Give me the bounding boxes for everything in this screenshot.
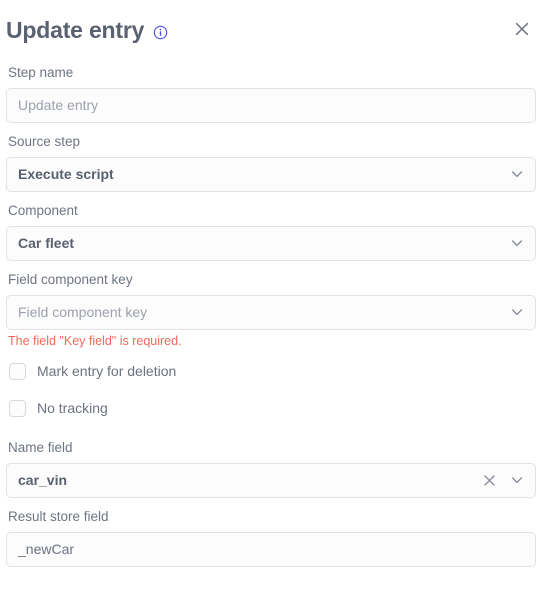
- checkbox-mark-entry-for-deletion[interactable]: Mark entry for deletion: [6, 358, 536, 384]
- name-field-value: car_vin: [18, 472, 68, 489]
- source-step-select[interactable]: Execute script: [6, 156, 536, 192]
- result-store-field-label: Result store field: [8, 508, 109, 524]
- chevron-down-icon[interactable]: [509, 158, 525, 191]
- field-component-key-error: The field "Key field" is required.: [8, 333, 182, 348]
- checkbox-box-icon[interactable]: [9, 362, 26, 380]
- field-name-field: Name field car_vin: [6, 433, 536, 498]
- clear-icon[interactable]: [482, 464, 497, 497]
- field-component-key-select[interactable]: Field component key: [6, 294, 536, 330]
- step-name-input-text: Update entry: [18, 97, 99, 114]
- chevron-down-icon[interactable]: [509, 464, 525, 497]
- info-circle-icon[interactable]: [153, 25, 168, 40]
- result-store-field-value: _newCar: [18, 541, 75, 558]
- field-step-name: Step name Update entry: [6, 58, 536, 123]
- update-entry-dialog: Update entry Step name Update entry Sour…: [0, 0, 542, 614]
- checkbox-no-tracking-label: No tracking: [37, 400, 108, 417]
- name-field-label: Name field: [8, 440, 73, 456]
- source-step-label: Source step: [8, 133, 81, 149]
- source-step-value: Execute script: [18, 166, 114, 183]
- field-field-component-key: Field component key Field component key …: [6, 265, 536, 350]
- field-component-key-placeholder: Field component key: [18, 304, 148, 321]
- chevron-down-icon[interactable]: [509, 296, 525, 329]
- checkbox-box-icon[interactable]: [9, 399, 26, 417]
- checkbox-no-tracking[interactable]: No tracking: [6, 395, 536, 421]
- component-select[interactable]: Car fleet: [6, 225, 536, 261]
- field-result-store-field: Result store field _newCar: [6, 502, 536, 567]
- close-icon[interactable]: [512, 19, 532, 39]
- field-component: Component Car fleet: [6, 196, 536, 261]
- page-title: Update entry: [6, 16, 145, 43]
- step-name-input[interactable]: Update entry: [6, 87, 536, 123]
- component-label: Component: [8, 202, 78, 218]
- component-value: Car fleet: [18, 235, 75, 252]
- dialog-header: Update entry: [6, 0, 536, 54]
- result-store-field-input[interactable]: _newCar: [6, 531, 536, 567]
- name-field-select[interactable]: car_vin: [6, 462, 536, 498]
- field-component-key-label: Field component key: [8, 271, 133, 287]
- checkbox-mark-entry-for-deletion-label: Mark entry for deletion: [37, 363, 177, 380]
- field-source-step: Source step Execute script: [6, 127, 536, 192]
- step-name-label: Step name: [8, 65, 74, 80]
- chevron-down-icon[interactable]: [509, 227, 525, 260]
